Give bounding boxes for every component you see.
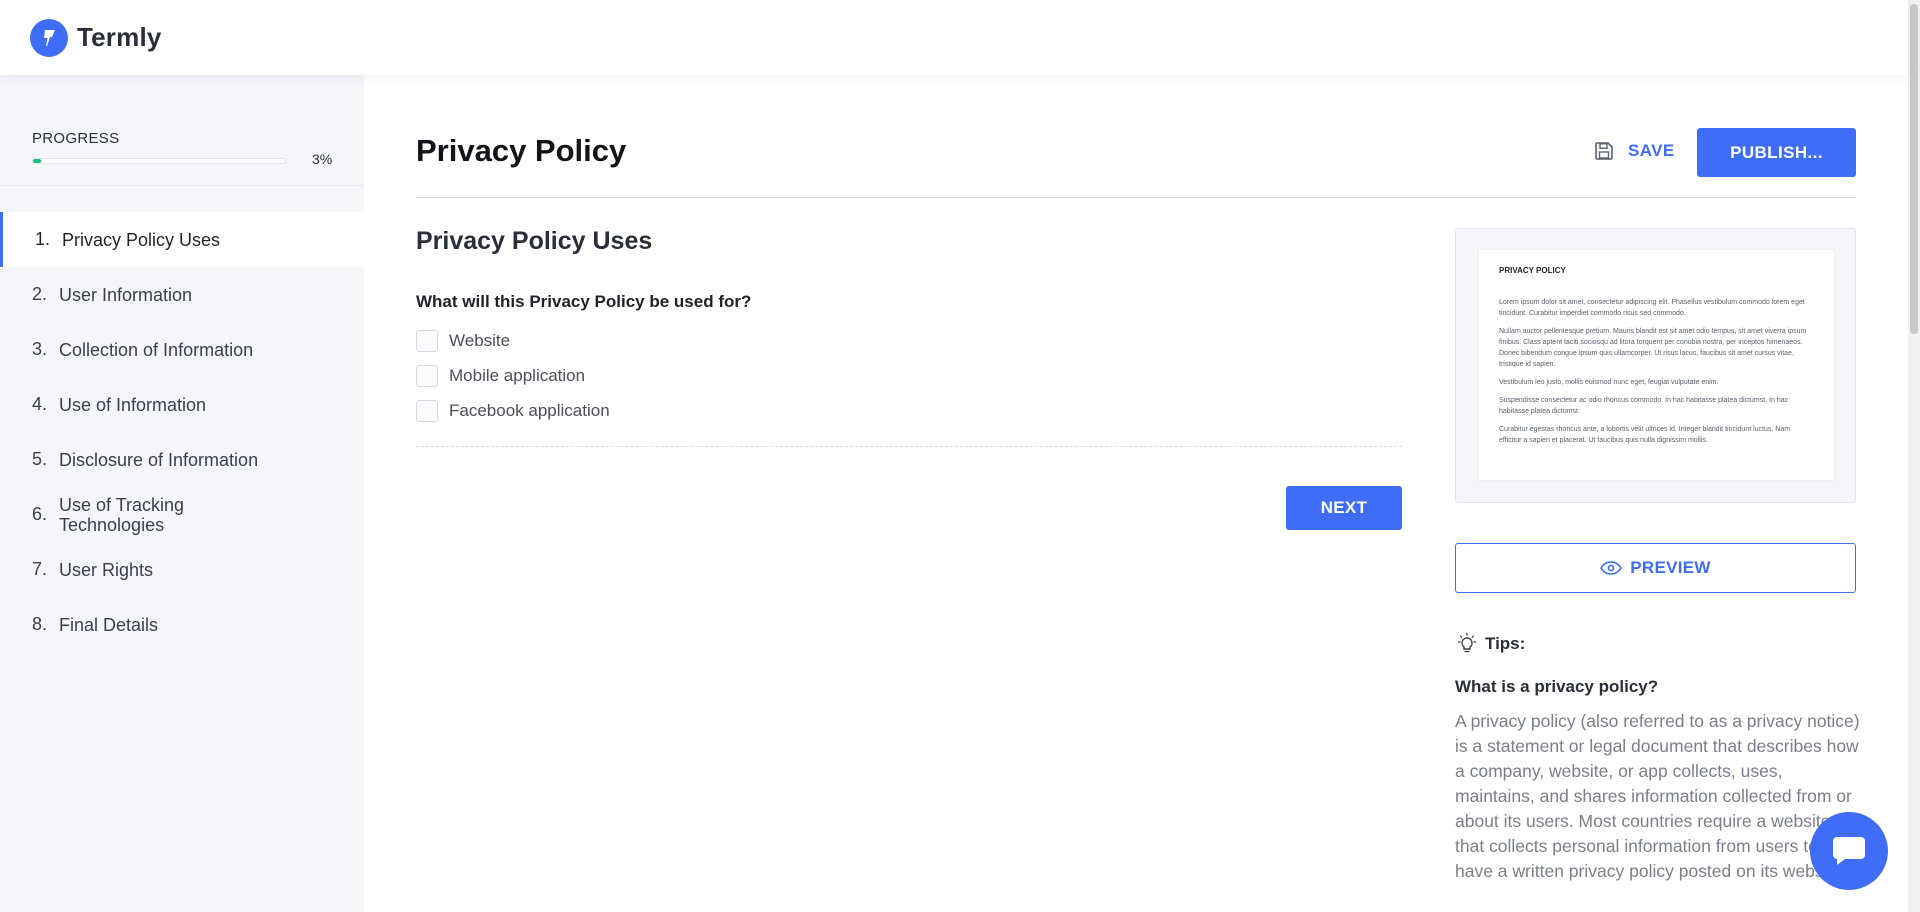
scrollbar-thumb[interactable] bbox=[1910, 4, 1918, 334]
step-navigation: 1. Privacy Policy Uses 2. User Informati… bbox=[0, 212, 364, 652]
floppy-disk-icon bbox=[1595, 142, 1613, 160]
brand-name[interactable]: Termly bbox=[77, 22, 162, 53]
document-thumbnail: PRIVACY POLICY Lorem ipsum dolor sit ame… bbox=[1478, 249, 1835, 481]
progress-bar-fill bbox=[33, 159, 41, 163]
save-label: SAVE bbox=[1628, 141, 1675, 160]
facebook-application-checkbox[interactable] bbox=[416, 399, 438, 422]
website-checkbox[interactable] bbox=[416, 329, 438, 352]
preview-button[interactable]: PREVIEW bbox=[1455, 543, 1856, 593]
tips-body: A privacy policy (also referred to as a … bbox=[1455, 711, 1860, 881]
step-label: Use of Information bbox=[59, 394, 207, 415]
sidebar-item-use-of-information[interactable]: 4. Use of Information bbox=[0, 377, 364, 432]
preview-label: PREVIEW bbox=[1630, 558, 1711, 577]
sidebar-divider bbox=[0, 185, 364, 186]
step-number: 8. bbox=[32, 614, 48, 634]
option-label: Facebook application bbox=[449, 400, 610, 420]
page-scrollbar[interactable] bbox=[1908, 0, 1920, 912]
form-divider bbox=[416, 446, 1402, 447]
step-number: 1. bbox=[35, 229, 51, 249]
sidebar-item-use-of-tracking-technologies[interactable]: 6. Use of Tracking Technologies bbox=[0, 487, 364, 542]
step-label: User Rights bbox=[59, 559, 154, 580]
next-button[interactable]: NEXT bbox=[1286, 486, 1402, 530]
step-number: 2. bbox=[32, 284, 48, 304]
progress-percent: 3% bbox=[312, 151, 333, 167]
termly-logo-icon[interactable] bbox=[30, 18, 68, 57]
step-label: Privacy Policy Uses bbox=[62, 229, 221, 250]
progress-bar bbox=[32, 158, 286, 164]
sidebar-item-user-information[interactable]: 2. User Information bbox=[0, 267, 364, 322]
step-label: Final Details bbox=[59, 614, 159, 635]
step-label: Disclosure of Information bbox=[59, 449, 259, 470]
sidebar-item-final-details[interactable]: 8. Final Details bbox=[0, 597, 364, 652]
option-mobile-application[interactable]: Mobile application bbox=[416, 358, 610, 393]
chat-bubble-icon bbox=[1833, 837, 1865, 865]
sidebar: PROGRESS 3% 1. Privacy Policy Uses 2. Us… bbox=[0, 75, 364, 912]
document-paragraph: Nullam auctor pellentesque pretium. Maur… bbox=[1499, 328, 1807, 368]
tips-question: What is a privacy policy? bbox=[1455, 677, 1659, 696]
top-bar: Termly bbox=[0, 0, 1908, 75]
publish-button[interactable]: PUBLISH... bbox=[1697, 128, 1856, 177]
document-preview-card[interactable]: PRIVACY POLICY Lorem ipsum dolor sit ame… bbox=[1455, 228, 1856, 503]
step-label: Use of Tracking Technologies bbox=[59, 494, 185, 535]
document-title: PRIVACY POLICY bbox=[1499, 266, 1566, 275]
sidebar-item-user-rights[interactable]: 7. User Rights bbox=[0, 542, 364, 597]
option-label: Mobile application bbox=[449, 365, 586, 385]
document-paragraph: Vestibulum leo justo, mollis euismod nun… bbox=[1499, 379, 1719, 386]
option-website[interactable]: Website bbox=[416, 323, 610, 358]
option-label: Website bbox=[449, 330, 511, 350]
step-number: 7. bbox=[32, 559, 48, 579]
eye-icon bbox=[1600, 561, 1623, 575]
step-number: 3. bbox=[32, 339, 48, 359]
main-content: Privacy Policy SAVE PUBLISH... Privacy P… bbox=[364, 75, 1908, 912]
progress-block: PROGRESS 3% bbox=[32, 130, 332, 167]
lightbulb-icon bbox=[1458, 633, 1476, 653]
usage-options: Website Mobile application Facebook appl… bbox=[416, 323, 610, 428]
question-label: What will this Privacy Policy be used fo… bbox=[416, 292, 752, 311]
step-number: 5. bbox=[32, 449, 48, 469]
sidebar-item-disclosure-of-information[interactable]: 5. Disclosure of Information bbox=[0, 432, 364, 487]
sidebar-item-collection-of-information[interactable]: 3. Collection of Information bbox=[0, 322, 364, 377]
step-number: 4. bbox=[32, 394, 48, 414]
tips-heading: Tips: bbox=[1455, 632, 1525, 656]
progress-label: PROGRESS bbox=[32, 130, 120, 147]
document-paragraph: Curabitur egestas rhoncus ante, a lobort… bbox=[1499, 426, 1791, 444]
step-label: User Information bbox=[59, 284, 193, 305]
step-label: Collection of Information bbox=[59, 339, 254, 360]
header-divider bbox=[416, 197, 1856, 198]
step-number: 6. bbox=[32, 504, 48, 524]
mobile-application-checkbox[interactable] bbox=[416, 364, 438, 387]
page-title: Privacy Policy bbox=[416, 133, 627, 168]
section-title: Privacy Policy Uses bbox=[416, 227, 653, 255]
document-paragraph: Lorem ipsum dolor sit amet, consectetur … bbox=[1499, 299, 1805, 317]
chat-button[interactable] bbox=[1810, 812, 1888, 890]
save-button[interactable]: SAVE bbox=[1594, 127, 1675, 175]
sidebar-item-privacy-policy-uses[interactable]: 1. Privacy Policy Uses bbox=[0, 212, 364, 267]
option-facebook-application[interactable]: Facebook application bbox=[416, 393, 610, 428]
tips-label: Tips: bbox=[1485, 634, 1526, 653]
document-paragraph: Suspendisse consectetur ac odio rhoncus … bbox=[1499, 397, 1789, 415]
